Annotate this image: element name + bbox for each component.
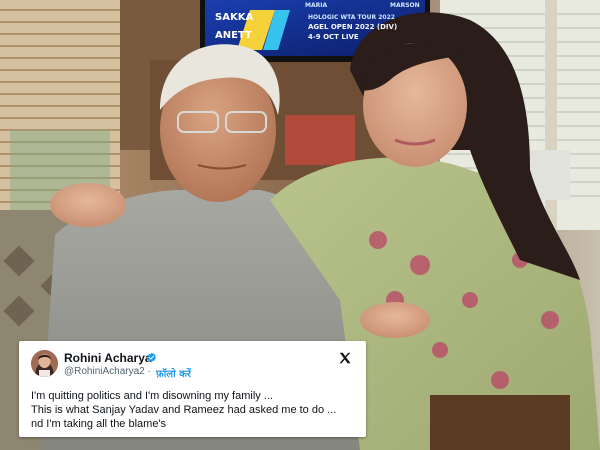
tweet-line-2: This is what Sanjay Yadav and Rameez had… — [31, 404, 337, 416]
avatar[interactable] — [31, 350, 58, 377]
avatar-image — [31, 350, 58, 377]
x-logo-icon[interactable] — [338, 351, 352, 365]
tv-top-label-1: MARIA — [305, 2, 328, 9]
handle-separator: · — [147, 366, 151, 377]
tv-top-label-2: MARSON — [390, 2, 420, 9]
tv-line-2: AGEL OPEN 2022 (DIV) — [308, 23, 398, 31]
tweet-line-1: I'm quitting politics and I'm disowning … — [31, 390, 274, 402]
tv-line-1: HOLOGIC WTA TOUR 2022 — [308, 14, 395, 21]
tweet-line-3: nd I'm taking all the blame's — [31, 418, 167, 430]
tweet-card[interactable]: Rohini Acharya @RohiniAcharya2 · फ़ॉलो क… — [19, 341, 366, 437]
verified-badge-icon — [147, 352, 156, 363]
user-handle[interactable]: @RohiniAcharya2 · — [64, 366, 151, 377]
display-name[interactable]: Rohini Acharya — [64, 351, 152, 365]
tv-side-label-2: ANETT — [215, 30, 252, 41]
handle-text: @RohiniAcharya2 — [64, 366, 145, 377]
tv-side-label-1: SAKKA — [215, 12, 254, 23]
tv-line-3: 4-9 OCT LIVE — [308, 33, 359, 41]
tweet-body: I'm quitting politics and I'm disowning … — [31, 389, 361, 431]
follow-button[interactable]: फ़ॉलो करें — [156, 366, 191, 380]
